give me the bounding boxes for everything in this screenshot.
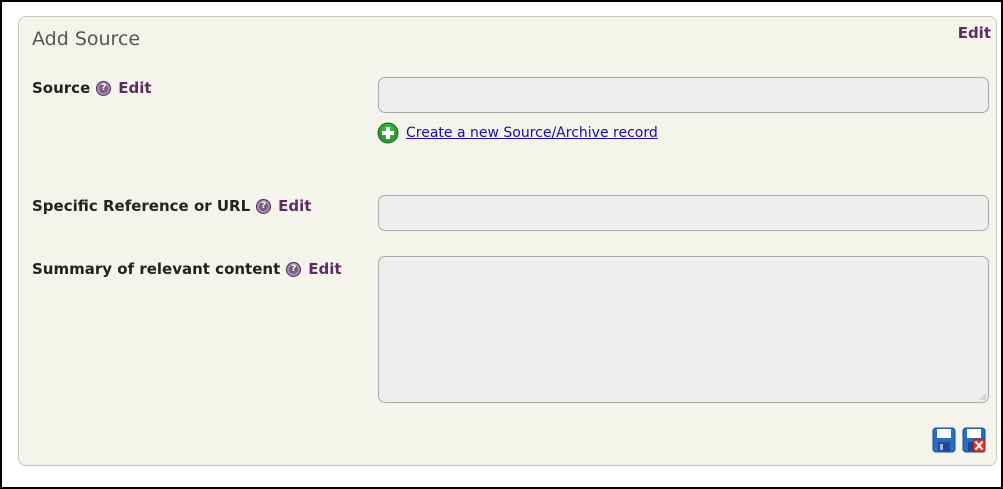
source-label-row: Source ? Edit bbox=[32, 79, 152, 97]
add-source-panel: Add Source Edit Source ? Edit Create a n… bbox=[18, 16, 997, 466]
panel-edit-link[interactable]: Edit bbox=[958, 24, 991, 42]
source-label: Source bbox=[32, 79, 91, 97]
help-icon[interactable]: ? bbox=[96, 80, 112, 96]
panel-title: Add Source bbox=[32, 28, 141, 50]
plus-circle-icon[interactable] bbox=[377, 122, 399, 144]
cancel-button[interactable] bbox=[962, 427, 986, 453]
source-edit-link[interactable]: Edit bbox=[118, 79, 151, 97]
help-icon[interactable]: ? bbox=[256, 198, 272, 214]
create-source-link[interactable]: Create a new Source/Archive record bbox=[406, 125, 658, 141]
reference-edit-link[interactable]: Edit bbox=[278, 197, 311, 215]
create-source-link-row[interactable]: Create a new Source/Archive record bbox=[377, 122, 658, 144]
source-input[interactable] bbox=[378, 77, 989, 113]
help-icon[interactable]: ? bbox=[286, 261, 302, 277]
reference-label: Specific Reference or URL bbox=[32, 197, 251, 215]
reference-input[interactable] bbox=[378, 195, 989, 231]
summary-label-row: Summary of relevant content ? Edit bbox=[32, 260, 342, 278]
reference-label-row: Specific Reference or URL ? Edit bbox=[32, 197, 311, 215]
summary-label: Summary of relevant content bbox=[32, 260, 281, 278]
resize-grip-icon[interactable] bbox=[980, 394, 986, 400]
page-frame: Add Source Edit Source ? Edit Create a n… bbox=[0, 0, 1003, 489]
save-button[interactable] bbox=[932, 427, 956, 453]
summary-textarea[interactable] bbox=[378, 256, 989, 403]
summary-edit-link[interactable]: Edit bbox=[308, 260, 341, 278]
